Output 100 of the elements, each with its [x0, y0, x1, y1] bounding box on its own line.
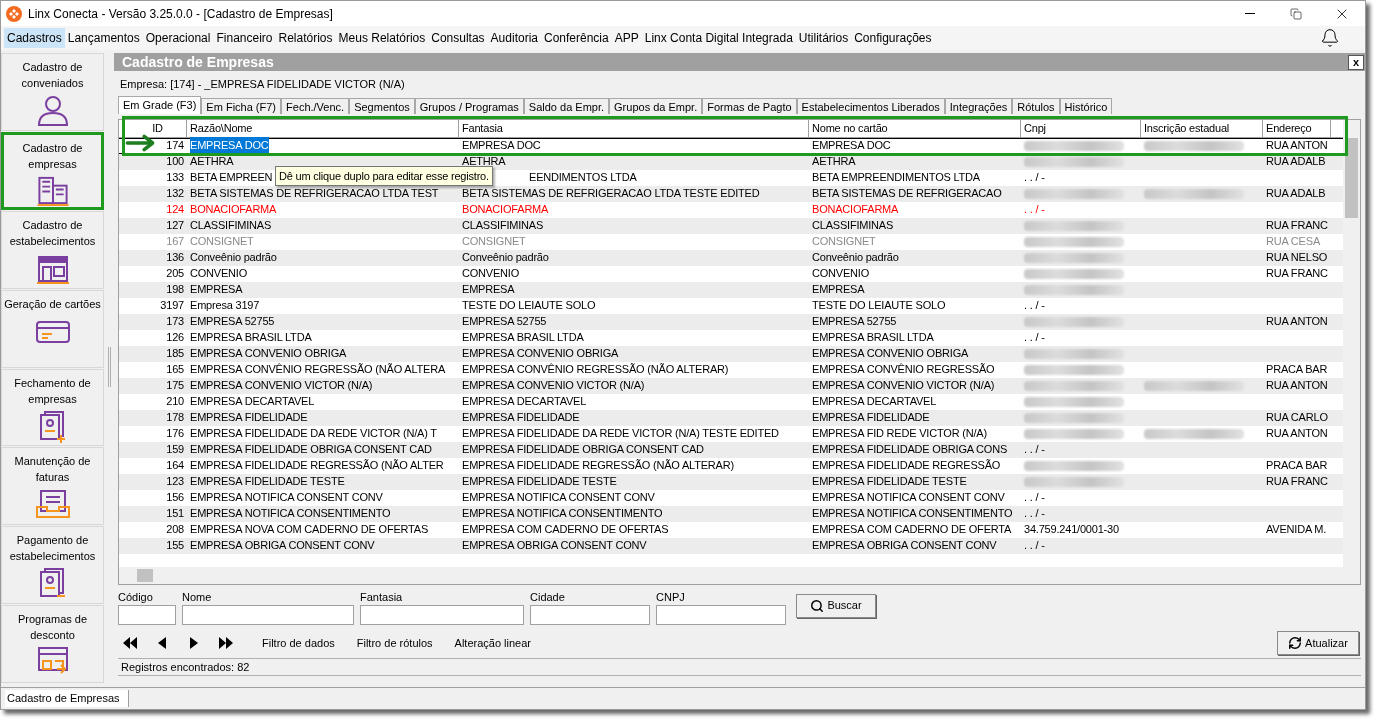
table-cell-text: 205 [166, 266, 184, 282]
column-header[interactable]: Fantasia [462, 119, 503, 137]
vertical-scrollbar[interactable] [1343, 119, 1360, 567]
filter-link[interactable]: Filtro de dados [262, 634, 335, 652]
table-cell-text: 3197 [160, 298, 184, 314]
table-cell-text: EMPRESA OBRIGA CONSENT CONV [812, 538, 997, 554]
sidebar-item[interactable]: Programas de desconto [1, 605, 104, 683]
table-cell-text: EMPRESA 52755 [190, 314, 275, 330]
menu-item[interactable]: Consultas [428, 28, 488, 48]
sidebar-item[interactable]: Manutenção de faturas [1, 447, 104, 526]
tab[interactable]: Saldo da Empr. [523, 97, 610, 114]
table-cell-text: PRACA BAR [1266, 458, 1328, 474]
table-cell-text: BONACIOFARMA [462, 202, 549, 218]
menu-item[interactable]: Meus Relatórios [335, 28, 429, 48]
menu-item[interactable]: Financeiro [213, 28, 276, 48]
table-cell-text: 174 [166, 138, 184, 154]
filter-field[interactable] [118, 605, 176, 625]
table-cell-text: EMPRESA DOC [462, 138, 541, 154]
table-cell-text: EMPRESA FIDELIDADE REGRESSÃO [812, 458, 1001, 474]
table-cell-text: RUA ADALB [1266, 186, 1326, 202]
filter-label: Fantasia [360, 589, 404, 605]
column-header[interactable]: Nome no cartão [812, 119, 888, 137]
refresh-button[interactable]: Atualizar [1277, 631, 1359, 655]
column-header[interactable]: Inscrição estadual [1144, 119, 1230, 137]
table-cell-text: AETHRA [190, 154, 234, 170]
notification-bell-icon[interactable] [1320, 28, 1340, 48]
table-cell-text: TESTE DO LEIAUTE SOLO [812, 298, 946, 314]
tab[interactable]: Estabelecimentos Liberados [796, 97, 945, 114]
column-header[interactable]: Cnpj [1024, 119, 1046, 137]
table-cell-text: RUA ADALB [1266, 154, 1326, 170]
menu-item[interactable]: Linx Conta Digital Integrada [641, 28, 796, 48]
table-cell-text: 126 [166, 330, 184, 346]
table-cell-text: . . / - [1024, 538, 1045, 554]
filter-field[interactable] [656, 605, 786, 625]
table-cell-text: BETA SISTEMAS DE REFRIGERACAO LTDA TEST [190, 186, 439, 202]
menu-item[interactable]: Auditoria [487, 28, 541, 48]
menu-item[interactable]: Lançamentos [64, 28, 143, 48]
tab[interactable]: Histórico [1059, 97, 1113, 114]
menu-item[interactable]: Operacional [142, 28, 214, 48]
search-button[interactable]: Buscar [796, 593, 876, 618]
menu-item[interactable]: Cadastros [4, 28, 65, 48]
table-cell-text: . . / - [1024, 298, 1045, 314]
filter-label: Nome [182, 589, 213, 605]
table-cell-text: EMPRESA [190, 282, 243, 298]
company-label: Empresa: [174] - _EMPRESA FIDELIDADE VICTOR (N/A) [120, 77, 406, 92]
table-cell-text: . . / - [1024, 442, 1045, 458]
table-cell-text: EMPRESA COM CADERNO DE OFERTAS [462, 522, 669, 538]
tab[interactable]: Em Ficha (F7) [201, 97, 282, 114]
table-cell-text: EENDIMENTOS LTDA [529, 170, 637, 186]
table-cell-text: 164 [166, 458, 184, 474]
menu-item[interactable]: Configurações [851, 28, 935, 48]
table-cell-text: RUA CARLO [1266, 410, 1328, 426]
horizontal-scrollbar[interactable] [119, 566, 1360, 584]
sidebar-item[interactable]: Cadastro de conveniados [1, 53, 104, 131]
table-cell-text: CONSIGNET [462, 234, 526, 250]
table-cell: EMPRESA DOC [190, 137, 269, 154]
menu-item[interactable]: APP [611, 28, 642, 48]
table-cell-text: EMPRESA CONVÊNIO REGRESSÃO (NÃO ALTERAR) [462, 362, 729, 378]
close-button[interactable]: x [1348, 54, 1364, 70]
table-cell-text: EMPRESA FIDELIDADE OBRIGA CONSENT CAD [190, 442, 432, 458]
tab[interactable]: Integrações [944, 97, 1013, 114]
sidebar-item[interactable]: Cadastro de estabelecimentos [1, 210, 104, 289]
column-header[interactable]: ID [152, 119, 163, 137]
tab[interactable]: Segmentos [349, 97, 415, 114]
table-cell-text: EMPRESA FIDELIDADE DA REDE VICTOR (N/A) T [190, 426, 437, 442]
tab[interactable]: Fech./Venc. [281, 97, 350, 114]
table-cell-text: 210 [166, 394, 184, 410]
table-cell-text: RUA ANTON [1266, 314, 1328, 330]
table-cell-text: BETA EMPREENDIMENTOS LTDA [812, 170, 980, 186]
menu-item[interactable]: Relatórios [275, 28, 336, 48]
table-cell-text: 156 [166, 490, 184, 506]
sidebar-item[interactable]: Pagamento de estabelecimentos [1, 526, 104, 605]
table-cell-text: EMPRESA DECARTAVEL [462, 394, 587, 410]
tab[interactable]: Em Grade (F3) [118, 95, 202, 114]
column-header[interactable]: Endereço [1266, 119, 1312, 137]
menu-item[interactable]: Utilitários [795, 28, 852, 48]
last-record-icon[interactable] [218, 635, 234, 651]
filter-field[interactable] [360, 605, 524, 625]
menu-item[interactable]: Conferência [541, 28, 612, 48]
column-header[interactable]: Razão\Nome [190, 119, 253, 137]
table-cell-text: EMPRESA FID REDE VICTOR (N/A) [812, 426, 987, 442]
table-cell-text: EMPRESA CONVÊNIO REGRESSÃO (NÃO ALTERA [190, 362, 446, 378]
tab[interactable]: Rótulos [1012, 97, 1060, 114]
first-record-icon[interactable] [122, 635, 138, 651]
filter-link[interactable]: Alteração linear [454, 634, 531, 652]
filter-link[interactable]: Filtro de rótulos [356, 634, 433, 652]
table-cell-text: EMPRESA DECARTAVEL [190, 394, 315, 410]
table-cell-text: CONVENIO [812, 266, 870, 282]
filter-field[interactable] [530, 605, 650, 625]
table-cell-text: EMPRESA FIDELIDADE TESTE [190, 474, 345, 490]
tab[interactable]: Formas de Pagto [702, 97, 797, 114]
sidebar-item[interactable]: Geração de cartões [1, 289, 104, 368]
sidebar-item[interactable]: Cadastro de empresas [1, 131, 104, 210]
sidebar-item[interactable]: Fechamento de empresas [1, 368, 104, 447]
table-cell-text: CONVENIO [190, 266, 248, 282]
filter-field[interactable] [182, 605, 354, 625]
tab[interactable]: Grupos / Programas [414, 97, 524, 114]
table-cell-text: RUA FRANC [1266, 266, 1328, 282]
table-cell-text: EMPRESA NOTIFICA CONSENT CONV [462, 490, 655, 506]
tab[interactable]: Grupos da Empr. [609, 97, 703, 114]
